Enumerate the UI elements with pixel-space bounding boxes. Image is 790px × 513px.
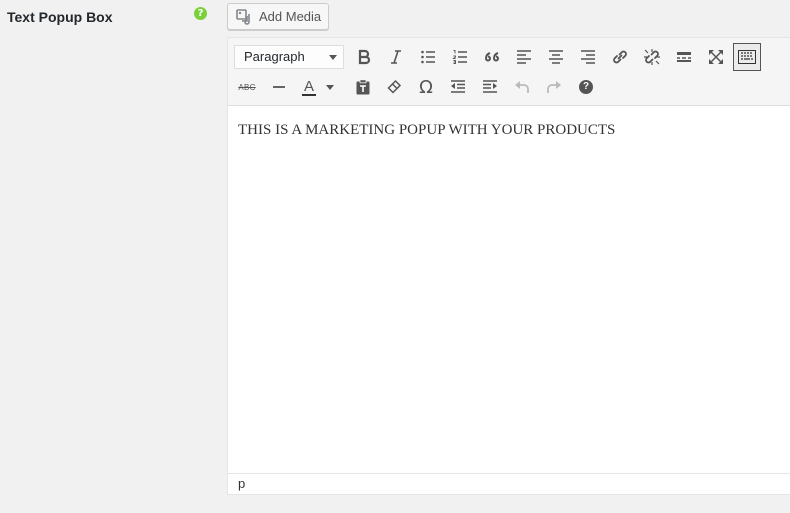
undo-icon	[515, 81, 529, 93]
clear-formatting-icon	[387, 79, 402, 94]
align-center-icon	[549, 50, 563, 64]
toolbar-toggle-icon	[738, 50, 756, 64]
text-color-button[interactable]: A	[298, 73, 338, 101]
chevron-down-icon	[329, 55, 337, 60]
editor: Paragraph ABC A Ω ? THIS IS A MARKETING …	[227, 37, 790, 495]
format-select[interactable]: Paragraph	[234, 45, 344, 69]
chevron-down-icon	[326, 84, 334, 90]
undo-button[interactable]	[508, 73, 536, 101]
paste-text-icon	[356, 79, 370, 95]
align-right-button[interactable]	[574, 43, 602, 71]
read-more-button[interactable]	[670, 43, 698, 71]
outdent-button[interactable]	[444, 73, 472, 101]
toolbar-toggle-button[interactable]	[733, 43, 761, 71]
redo-button[interactable]	[540, 73, 568, 101]
field-label: Text Popup Box	[7, 9, 113, 25]
blockquote-icon	[484, 52, 499, 62]
redo-icon	[547, 81, 561, 93]
strikethrough-button[interactable]: ABC	[233, 73, 261, 101]
outdent-icon	[451, 80, 465, 93]
paste-text-button[interactable]	[349, 73, 377, 101]
fullscreen-button[interactable]	[702, 43, 730, 71]
bold-icon	[358, 49, 371, 65]
align-left-button[interactable]	[510, 43, 538, 71]
help-icon[interactable]: ?	[194, 7, 207, 20]
editor-content[interactable]: THIS IS A MARKETING POPUP WITH YOUR PROD…	[238, 122, 781, 139]
bullet-list-button[interactable]	[414, 43, 442, 71]
clear-formatting-button[interactable]	[380, 73, 408, 101]
align-center-button[interactable]	[542, 43, 570, 71]
numbered-list-icon	[452, 50, 467, 64]
format-select-value: Paragraph	[244, 49, 305, 64]
special-character-icon: Ω	[419, 76, 433, 98]
indent-icon	[483, 80, 497, 93]
keyboard-shortcuts-button[interactable]: ?	[572, 73, 600, 101]
bold-button[interactable]	[350, 43, 378, 71]
unlink-icon	[644, 49, 660, 65]
keyboard-shortcuts-icon: ?	[579, 80, 593, 94]
read-more-icon	[677, 52, 691, 62]
fullscreen-icon	[709, 50, 723, 64]
align-right-icon	[581, 50, 595, 64]
align-left-icon	[517, 50, 531, 64]
text-color-icon: A	[301, 77, 316, 96]
strikethrough-icon: ABC	[238, 82, 256, 92]
unlink-button[interactable]	[638, 43, 666, 71]
horizontal-line-icon	[273, 86, 285, 88]
horizontal-line-button[interactable]	[265, 73, 293, 101]
media-icon	[236, 8, 250, 25]
indent-button[interactable]	[476, 73, 504, 101]
link-button[interactable]	[606, 43, 634, 71]
editor-toolbar: Paragraph ABC A Ω ?	[228, 38, 790, 106]
link-icon	[613, 50, 627, 64]
italic-icon	[391, 50, 401, 64]
add-media-button[interactable]: Add Media	[227, 3, 329, 30]
add-media-label: Add Media	[259, 9, 322, 24]
italic-button[interactable]	[382, 43, 410, 71]
blockquote-button[interactable]	[478, 43, 506, 71]
editor-path-statusbar: p	[228, 473, 790, 494]
bullet-list-icon	[421, 50, 435, 64]
special-character-button[interactable]: Ω	[412, 73, 440, 101]
numbered-list-button[interactable]	[446, 43, 474, 71]
